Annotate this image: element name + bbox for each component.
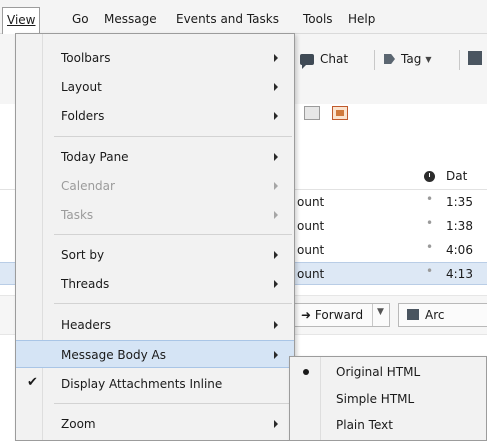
forward-button-label: Forward	[314, 308, 364, 322]
menu-separator	[54, 403, 292, 404]
submenu-arrow-icon	[274, 211, 278, 219]
submenu-arrow-icon	[274, 112, 278, 120]
menu-item-display-attachments-inline[interactable]: ✔ Display Attachments Inline	[16, 370, 294, 398]
submenu-arrow-icon	[274, 420, 278, 428]
chat-icon	[300, 53, 314, 69]
submenu-arrow-icon	[274, 83, 278, 91]
submenu-arrow-icon	[274, 54, 278, 62]
menu-item-sort-by[interactable]: Sort by	[16, 241, 294, 269]
forward-arrow-icon: ➜	[301, 308, 312, 322]
menu-separator	[54, 234, 292, 235]
menu-item-message-body-as[interactable]: Message Body As	[16, 340, 294, 368]
tag-icon	[384, 54, 395, 64]
menu-item-headers[interactable]: Headers	[16, 311, 294, 339]
menu-view[interactable]: View	[2, 7, 41, 34]
menu-item-folders[interactable]: Folders	[16, 102, 294, 130]
menu-separator	[54, 303, 292, 304]
button-divider	[372, 304, 373, 326]
chevron-down-icon[interactable]: ▼	[377, 307, 384, 317]
menu-go[interactable]: Go	[72, 12, 89, 26]
menu-item-layout[interactable]: Layout	[16, 73, 294, 101]
clock-icon[interactable]	[424, 171, 435, 182]
menu-separator	[54, 136, 292, 137]
submenu-arrow-icon	[274, 153, 278, 161]
toolbar-separator	[374, 50, 375, 70]
filter-icon[interactable]	[304, 106, 320, 120]
menu-item-simple-html[interactable]: Simple HTML	[290, 386, 486, 412]
menu-help[interactable]: Help	[348, 12, 375, 26]
checkmark-icon: ✔	[27, 375, 38, 390]
menu-item-original-html[interactable]: Original HTML	[290, 359, 486, 385]
chat-button[interactable]: Chat	[300, 52, 349, 69]
tag-button-label: Tag	[401, 52, 422, 66]
menu-tools[interactable]: Tools	[303, 12, 333, 26]
read-status-icon[interactable]: •	[426, 192, 433, 206]
archive-button-label: Arc	[425, 308, 445, 322]
menu-item-plain-text[interactable]: Plain Text	[290, 412, 486, 438]
menu-item-today-pane[interactable]: Today Pane	[16, 143, 294, 171]
chat-button-label: Chat	[320, 52, 349, 66]
menu-message[interactable]: Message	[104, 12, 157, 26]
submenu-arrow-icon	[274, 182, 278, 190]
menu-item-toolbars[interactable]: Toolbars	[16, 44, 294, 72]
chevron-down-icon: ▼	[425, 54, 432, 64]
menu-item-tasks: Tasks	[16, 201, 294, 229]
submenu-arrow-icon	[274, 251, 278, 259]
radio-selected-icon	[303, 369, 309, 375]
menu-item-calendar: Calendar	[16, 172, 294, 200]
tag-button[interactable]: Tag ▼	[384, 52, 431, 66]
menu-item-zoom[interactable]: Zoom	[16, 410, 294, 438]
contact-card-icon[interactable]	[332, 106, 348, 120]
menu-events-and-tasks[interactable]: Events and Tasks	[176, 12, 279, 26]
read-status-icon[interactable]: •	[426, 216, 433, 230]
overflow-icon[interactable]	[468, 51, 482, 65]
submenu-arrow-icon	[274, 321, 278, 329]
submenu-arrow-icon	[274, 280, 278, 288]
archive-button[interactable]: Arc	[398, 303, 487, 327]
read-status-icon[interactable]: •	[426, 240, 433, 254]
submenu-arrow-icon	[274, 351, 278, 359]
date-column-header[interactable]: Dat	[446, 169, 467, 183]
message-body-as-submenu: Original HTML Simple HTML Plain Text	[289, 356, 487, 441]
archive-icon	[407, 309, 419, 320]
view-menu: Toolbars Layout Folders Today Pane Calen…	[15, 33, 295, 441]
menubar: View Go Message Events and Tasks Tools H…	[0, 0, 487, 34]
read-status-icon[interactable]: •	[426, 264, 433, 278]
forward-button[interactable]: ➜ Forward ▼	[292, 303, 390, 327]
menu-item-threads[interactable]: Threads	[16, 270, 294, 298]
toolbar-separator	[459, 50, 460, 70]
